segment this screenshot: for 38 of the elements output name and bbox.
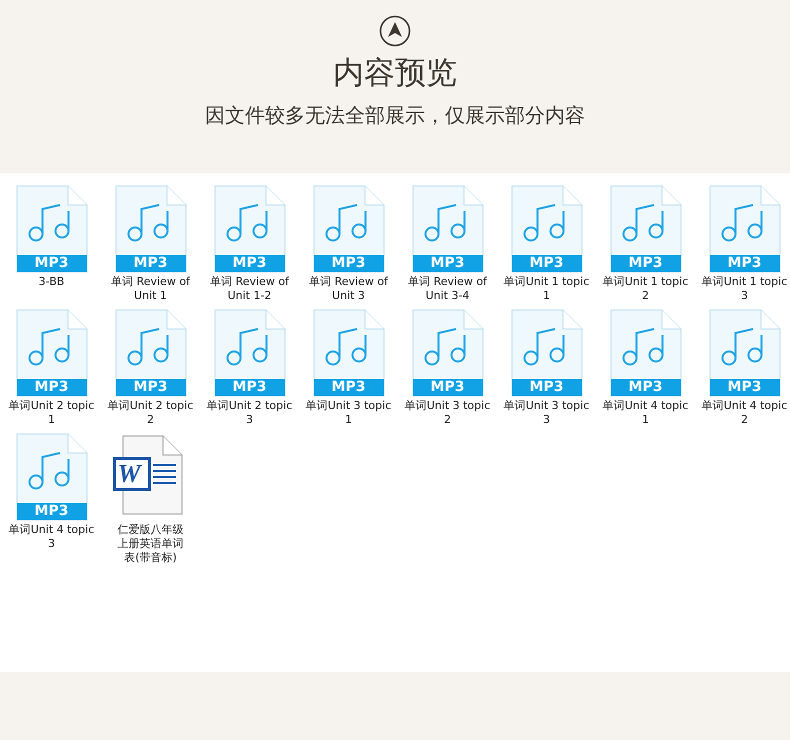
- audio-file-icon[interactable]: MP3: [412, 309, 484, 397]
- file-name: 单词Unit 2 topic 3: [206, 399, 294, 427]
- file-name: 单词 Review of Unit 3: [308, 275, 390, 303]
- audio-file-icon[interactable]: MP3: [16, 309, 88, 397]
- file-name: 单词Unit 2 topic 1: [8, 399, 96, 427]
- audio-file-icon[interactable]: MP3: [16, 185, 88, 273]
- audio-file-icon[interactable]: MP3: [708, 309, 780, 397]
- audio-file-icon[interactable]: MP3: [312, 309, 384, 397]
- file-name: 单词Unit 1 topic 2: [602, 275, 690, 303]
- file-name: 单词Unit 4 topic 1: [602, 399, 690, 427]
- audio-file-icon[interactable]: MP3: [708, 185, 780, 273]
- audio-file-icon[interactable]: MP3: [610, 309, 682, 397]
- file-name: 单词Unit 3 topic 3: [502, 399, 590, 427]
- file-name: 单词 Review of Unit 1: [110, 275, 192, 303]
- file-name: 单词Unit 4 topic 3: [8, 523, 96, 551]
- file-name: 单词Unit 4 topic 2: [700, 399, 788, 427]
- page-title: 内容预览: [333, 54, 457, 93]
- audio-file-icon[interactable]: MP3: [510, 309, 582, 397]
- audio-file-icon[interactable]: MP3: [214, 309, 286, 397]
- file-name: 单词Unit 1 topic 3: [700, 275, 788, 303]
- file-name: 单词Unit 2 topic 2: [106, 399, 194, 427]
- file-name: 单词Unit 3 topic 2: [404, 399, 492, 427]
- audio-file-icon[interactable]: MP3: [412, 185, 484, 273]
- file-name: 仁爱版八年级上册英语单词表(带音标): [116, 523, 184, 565]
- file-name: 3-BB: [38, 275, 66, 289]
- audio-file-icon[interactable]: MP3: [214, 185, 286, 273]
- page-subtitle: 因文件较多无法全部展示，仅展示部分内容: [205, 102, 585, 129]
- arrow-up-circle-icon: [379, 15, 411, 47]
- audio-file-icon[interactable]: MP3: [610, 185, 682, 273]
- audio-file-icon[interactable]: MP3: [510, 185, 582, 273]
- audio-file-icon[interactable]: MP3: [114, 309, 186, 397]
- file-name: 单词Unit 1 topic 1: [502, 275, 590, 303]
- audio-file-icon[interactable]: MP3: [114, 185, 186, 273]
- file-name: 单词 Review of Unit 3-4: [407, 275, 488, 303]
- audio-file-icon[interactable]: MP3: [16, 433, 88, 521]
- file-name: 单词 Review of Unit 1-2: [209, 275, 290, 303]
- file-name: 单词Unit 3 topic 1: [304, 399, 392, 427]
- audio-file-icon[interactable]: MP3: [312, 185, 384, 273]
